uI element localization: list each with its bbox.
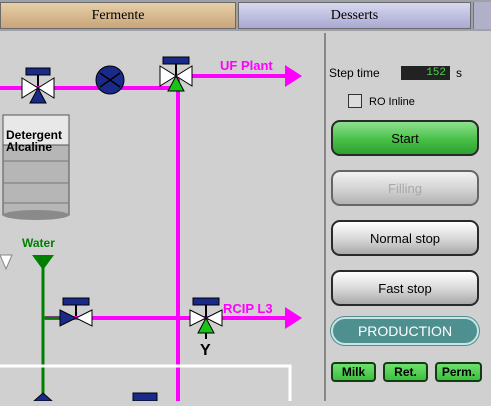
tab-desserts[interactable]: Desserts bbox=[238, 2, 471, 29]
tab-fermente[interactable]: Fermente bbox=[0, 2, 236, 29]
start-button[interactable]: Start bbox=[331, 120, 479, 156]
process-diagram: UF Plant RCIP L3 Detergent Alcaline Wate… bbox=[0, 33, 322, 402]
water-inlet-icon bbox=[32, 255, 54, 270]
rcip-arrow-icon bbox=[285, 307, 302, 329]
mode-indicator: PRODUCTION bbox=[331, 317, 479, 345]
ret-button[interactable]: Ret. bbox=[383, 362, 428, 382]
y-label: Y bbox=[200, 342, 211, 359]
control-panel: Step time 152 s RO Inline Start Filling … bbox=[324, 33, 491, 401]
uf-plant-label: UF Plant bbox=[220, 58, 273, 73]
perm-button[interactable]: Perm. bbox=[435, 362, 482, 382]
valve-bottom-left-icon[interactable] bbox=[32, 392, 54, 402]
ro-inline-checkbox[interactable] bbox=[348, 94, 362, 108]
tab-bar: Fermente Desserts bbox=[0, 0, 491, 31]
ro-inline-label: RO Inline bbox=[369, 96, 415, 108]
fast-stop-button[interactable]: Fast stop bbox=[331, 270, 479, 306]
uf-plant-arrow-icon bbox=[285, 65, 302, 87]
step-time-unit: s bbox=[456, 66, 462, 80]
normal-stop-button[interactable]: Normal stop bbox=[331, 220, 479, 256]
tab-bar-end bbox=[473, 2, 491, 29]
filling-button[interactable]: Filling bbox=[331, 170, 479, 206]
process-diagram-svg: UF Plant RCIP L3 Detergent Alcaline Wate… bbox=[0, 56, 302, 402]
milk-button[interactable]: Milk bbox=[331, 362, 376, 382]
valve-rcip-main-icon[interactable] bbox=[189, 297, 223, 339]
left-inlet-icon bbox=[0, 254, 13, 271]
valve-bottom-mid-icon[interactable] bbox=[132, 392, 158, 402]
step-time-value: 152 bbox=[401, 66, 450, 80]
water-label: Water bbox=[22, 236, 55, 250]
valve-uf-icon[interactable] bbox=[159, 56, 193, 92]
pump-icon[interactable] bbox=[95, 65, 125, 95]
valve-rcip-left-icon[interactable] bbox=[59, 297, 93, 327]
valve-top-left-icon[interactable] bbox=[21, 67, 55, 104]
rcip-label: RCIP L3 bbox=[223, 301, 273, 316]
detergent-label-line2: Alcaline bbox=[6, 140, 52, 154]
step-time-label: Step time bbox=[329, 66, 380, 80]
